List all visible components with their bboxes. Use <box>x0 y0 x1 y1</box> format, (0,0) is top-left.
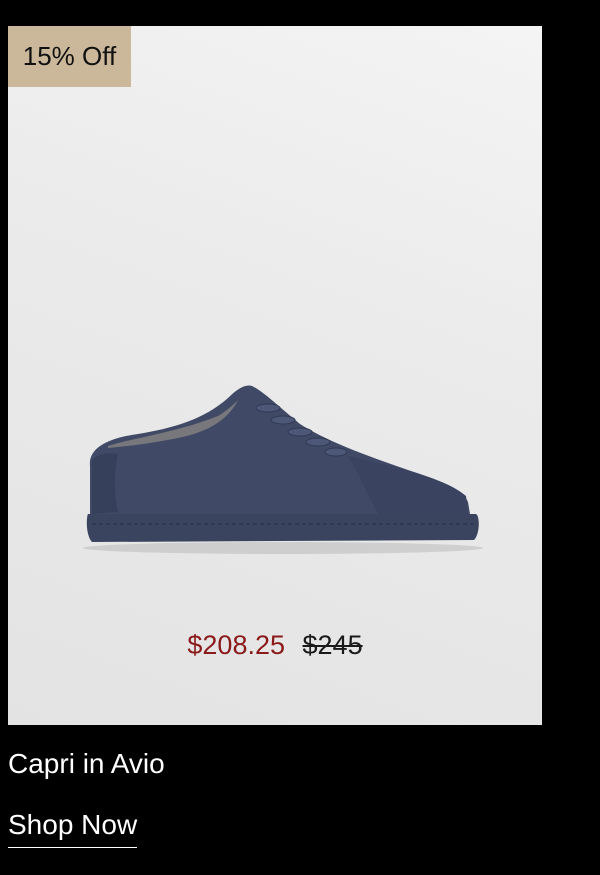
product-card[interactable]: 15% Off $208.25 $245 <box>8 26 542 725</box>
product-name[interactable]: Capri in Avio <box>8 748 165 780</box>
price-row: $208.25 $245 <box>8 630 542 661</box>
shoe-shadow <box>83 542 483 554</box>
discount-badge: 15% Off <box>8 26 131 87</box>
shoe-heel <box>92 453 118 514</box>
shop-now-link[interactable]: Shop Now <box>8 809 138 848</box>
original-price: $245 <box>302 630 363 660</box>
shoe-sole <box>86 514 479 542</box>
sale-price: $208.25 <box>187 630 285 660</box>
product-image[interactable] <box>78 376 488 576</box>
